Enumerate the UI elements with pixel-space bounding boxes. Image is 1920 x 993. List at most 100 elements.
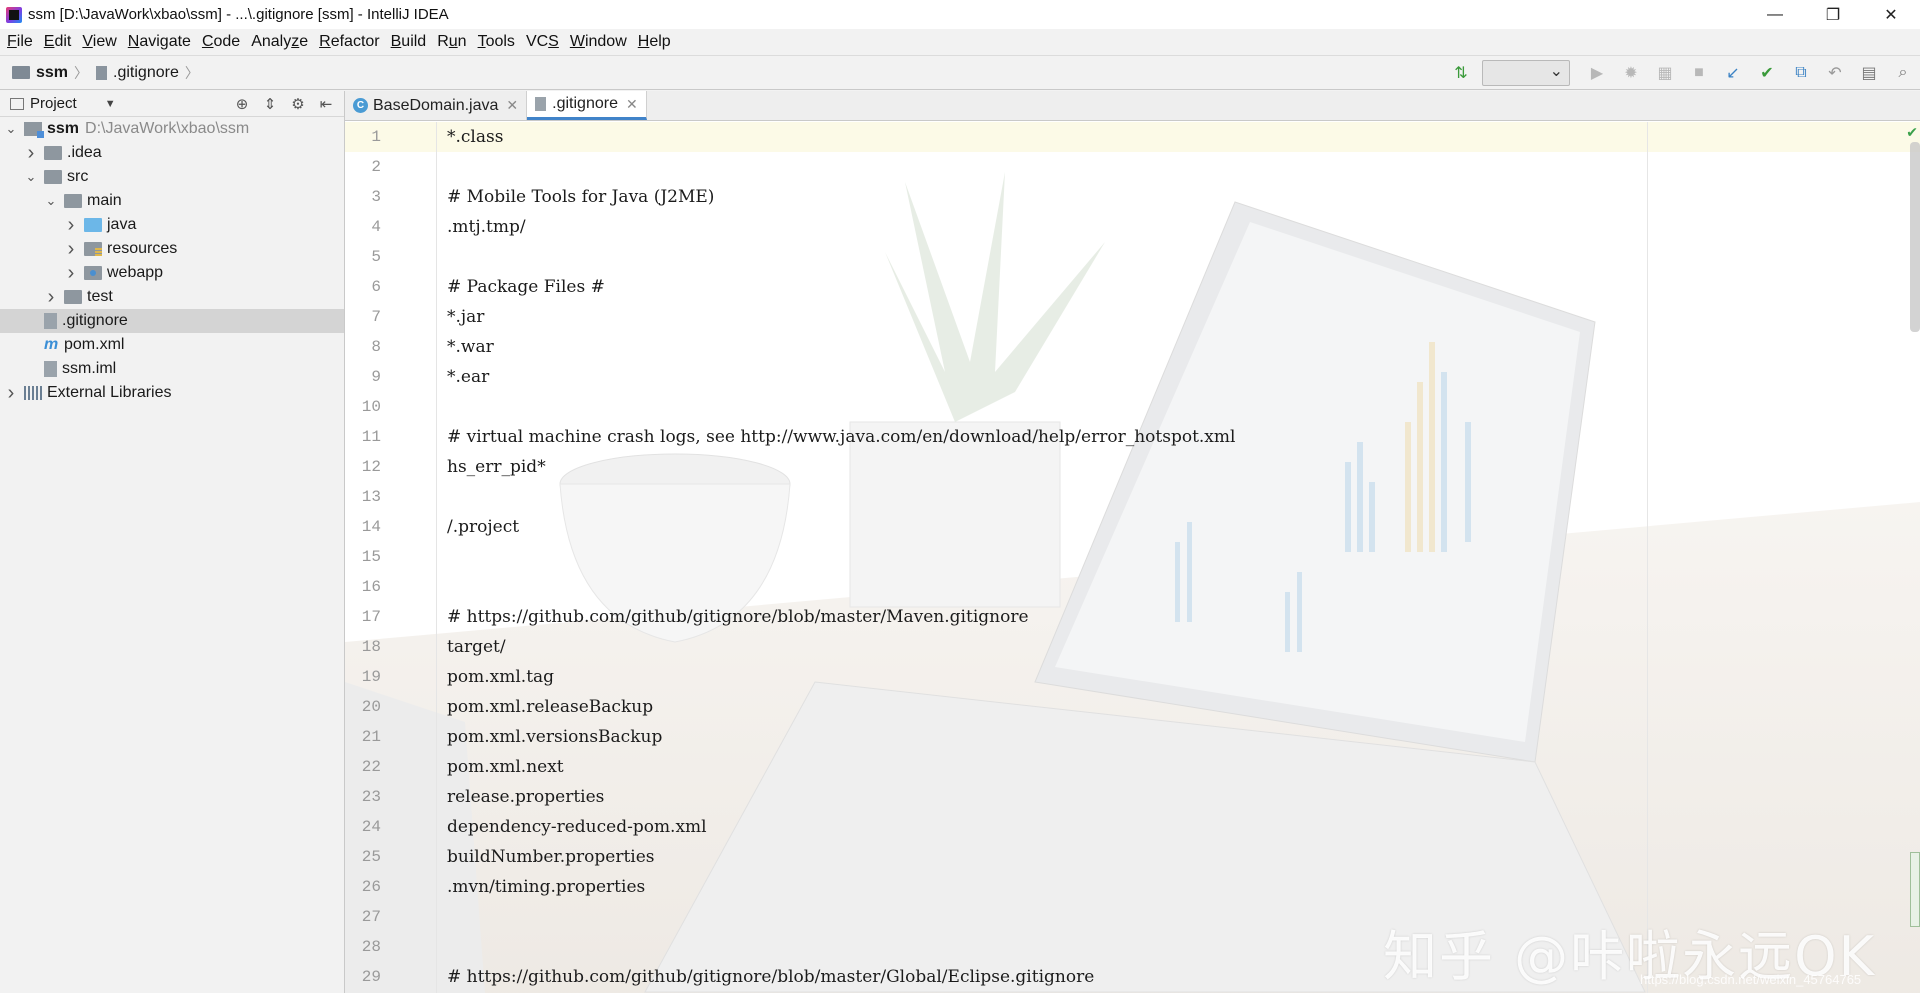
tree-item-gitignore[interactable]: .gitignore xyxy=(0,309,344,333)
menu-mnemonic: S xyxy=(548,33,559,50)
code-text: pom.xml.versionsBackup xyxy=(447,727,663,747)
project-view-icon xyxy=(10,97,24,110)
code-line: 10 xyxy=(345,392,1920,422)
line-number: 9 xyxy=(371,368,381,386)
project-panel: Project ▼ ⊕ ⇕ ⚙ ⇤ ⌄ ssm D:\JavaWork\xbao\s… xyxy=(0,91,345,993)
tree-item-src[interactable]: ⌄ src xyxy=(0,165,344,189)
search-icon[interactable]: ⌕ xyxy=(1891,61,1915,85)
tree-item-webapp[interactable]: › webapp xyxy=(0,261,344,285)
code-line: 2 xyxy=(345,152,1920,182)
chevron-right-icon[interactable]: › xyxy=(44,286,58,309)
sort-icon[interactable]: ⇅ xyxy=(1449,61,1473,85)
inspection-ok-icon[interactable]: ✔ xyxy=(1906,124,1918,141)
tab-basedomainjava[interactable]: C BaseDomain.java ✕ xyxy=(345,91,528,120)
run-configuration-select[interactable] xyxy=(1482,60,1570,86)
code-text: dependency-reduced-pom.xml xyxy=(447,817,707,837)
code-text: .mvn/timing.properties xyxy=(447,877,646,897)
code-line: 4 .mtj.tmp/ xyxy=(345,212,1920,242)
tree-item-idea[interactable]: › .idea xyxy=(0,141,344,165)
menu-item[interactable]: Help xyxy=(634,33,675,51)
menu-label-part: e xyxy=(299,33,309,50)
gear-icon[interactable]: ⚙ xyxy=(286,93,310,115)
tree-item-main[interactable]: ⌄ main xyxy=(0,189,344,213)
menu-item[interactable]: VCS xyxy=(522,33,563,51)
tree-item-ssm[interactable]: ⌄ ssm D:\JavaWork\xbao\ssm xyxy=(0,117,344,141)
minimize-button[interactable]: — xyxy=(1746,0,1804,29)
menu-item[interactable]: Edit xyxy=(40,33,76,51)
menu-label-part: n xyxy=(457,33,467,50)
menu-label-part: Analy xyxy=(251,33,292,50)
menu-mnemonic: F xyxy=(7,33,17,50)
tree-item-label: webapp xyxy=(107,264,164,281)
restore-button[interactable]: ❐ xyxy=(1804,0,1862,29)
resources-folder-icon xyxy=(84,242,102,256)
code-text: pom.xml.releaseBackup xyxy=(447,697,654,717)
line-number: 25 xyxy=(361,848,381,866)
debug-icon[interactable]: ✹ xyxy=(1619,61,1643,85)
code-line: 14 /.project xyxy=(345,512,1920,542)
code-text: # Mobile Tools for Java (J2ME) xyxy=(447,187,715,207)
file-icon xyxy=(535,97,547,111)
menu-item[interactable]: Code xyxy=(198,33,244,51)
menu-item[interactable]: File xyxy=(3,33,37,51)
menu-mnemonic: W xyxy=(569,33,585,50)
tree-item-externallibraries[interactable]: › External Libraries xyxy=(0,381,344,405)
menu-item[interactable]: Window xyxy=(566,33,631,51)
vcs-compare-icon[interactable]: ⧉ xyxy=(1789,61,1813,85)
chevron-down-icon[interactable]: ⌄ xyxy=(24,169,38,185)
menu-label-part: ools xyxy=(485,33,515,50)
menu-item[interactable]: Navigate xyxy=(124,33,195,51)
title-bar: ssm [D:\JavaWork\xbao\ssm] - ...\.gitign… xyxy=(0,0,1920,29)
hide-panel-icon[interactable]: ⇤ xyxy=(314,93,338,115)
chevron-down-icon[interactable]: ▼ xyxy=(105,98,116,110)
vcs-update-icon[interactable]: ↙ xyxy=(1721,61,1745,85)
stop-icon[interactable]: ■ xyxy=(1687,61,1711,85)
vcs-commit-icon[interactable]: ✔ xyxy=(1755,61,1779,85)
chevron-right-icon[interactable]: › xyxy=(24,142,38,165)
close-button[interactable]: ✕ xyxy=(1862,0,1920,29)
code-text: *.class xyxy=(447,127,504,147)
breadcrumb-file[interactable]: .gitignore xyxy=(113,64,179,82)
tree-item-ssmiml[interactable]: ssm.iml xyxy=(0,357,344,381)
chevron-right-icon[interactable]: › xyxy=(64,262,78,285)
chevron-down-icon[interactable]: ⌄ xyxy=(44,193,58,209)
breadcrumb-project[interactable]: ssm xyxy=(36,64,68,82)
line-number: 20 xyxy=(361,698,381,716)
menu-item[interactable]: Build xyxy=(387,33,431,51)
menu-item[interactable]: Analyze xyxy=(247,33,312,51)
tree-item-pomxml[interactable]: m pom.xml xyxy=(0,333,344,357)
vertical-scrollbar[interactable] xyxy=(1910,142,1920,332)
menu-label-part: R xyxy=(437,33,449,50)
menu-item[interactable]: View xyxy=(78,33,120,51)
tab-gitignore[interactable]: .gitignore ✕ xyxy=(527,91,647,120)
menu-item[interactable]: Tools xyxy=(474,33,519,51)
coverage-icon[interactable]: ▦ xyxy=(1653,61,1677,85)
project-panel-title[interactable]: Project xyxy=(30,95,77,112)
chevron-right-icon[interactable]: › xyxy=(64,214,78,237)
code-text: # https://github.com/github/gitignore/bl… xyxy=(447,967,1095,987)
intellij-icon xyxy=(6,6,22,23)
menu-bar: File Edit View Navigate Code Analyze Refactor B… xyxy=(0,29,1920,56)
chevron-down-icon[interactable]: ⌄ xyxy=(4,121,18,137)
chevron-right-icon[interactable]: › xyxy=(64,238,78,261)
menu-item[interactable]: Refactor xyxy=(315,33,383,51)
tree-item-java[interactable]: › java xyxy=(0,213,344,237)
tree-item-test[interactable]: › test xyxy=(0,285,344,309)
line-number: 28 xyxy=(361,938,381,956)
close-icon[interactable]: ✕ xyxy=(506,97,518,114)
menu-label-part: uild xyxy=(401,33,427,50)
code-editor[interactable]: 1 *.class 2 3 # Mobile Tools for Java (J2ME)… xyxy=(345,122,1920,993)
run-icon[interactable]: ▶ xyxy=(1585,61,1609,85)
line-number: 11 xyxy=(361,428,381,446)
menu-item[interactable]: Run xyxy=(433,33,470,51)
code-line: 20 pom.xml.releaseBackup xyxy=(345,692,1920,722)
menu-label-part: indow xyxy=(584,33,627,50)
close-icon[interactable]: ✕ xyxy=(626,96,638,113)
vcs-revert-icon[interactable]: ↶ xyxy=(1823,61,1847,85)
collapse-all-icon[interactable]: ⇕ xyxy=(258,93,282,115)
locate-icon[interactable]: ⊕ xyxy=(230,93,254,115)
chevron-right-icon[interactable]: › xyxy=(4,382,18,405)
tree-item-resources[interactable]: › resources xyxy=(0,237,344,261)
folder-icon xyxy=(64,290,82,304)
project-structure-icon[interactable]: ▤ xyxy=(1857,61,1881,85)
